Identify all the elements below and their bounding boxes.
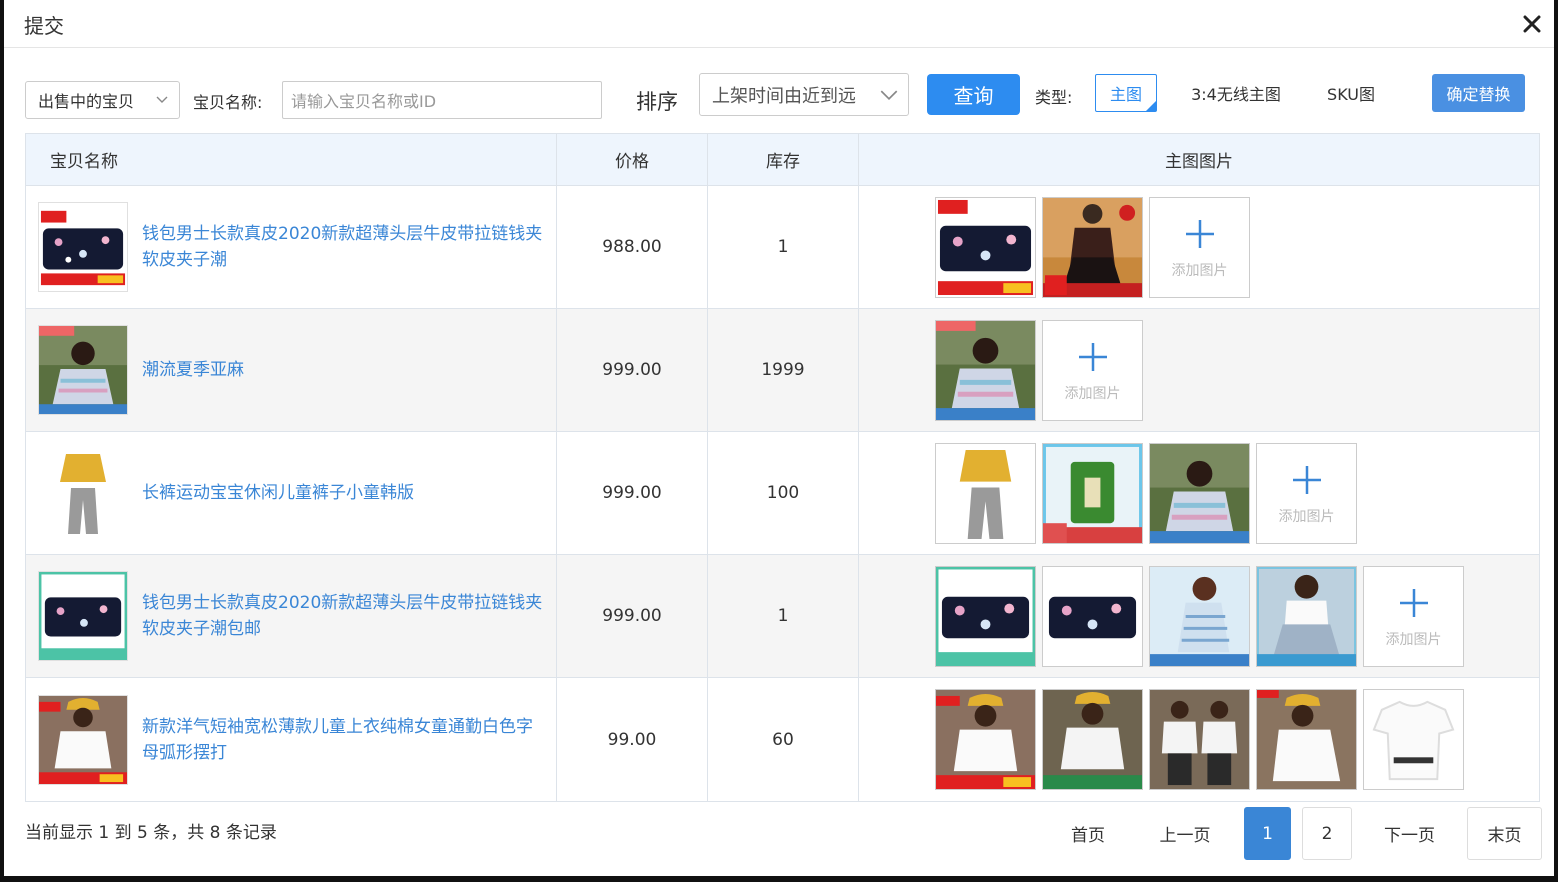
- table-row: 潮流夏季亚麻 999.00 1999 添加图片: [26, 309, 1539, 432]
- product-name-link[interactable]: 新款洋气短袖宽松薄款儿童上衣纯棉女童通勤白色字母弧形摆打: [142, 714, 547, 766]
- table-row: 钱包男士长款真皮2020新款超薄头层牛皮带拉链钱夹软皮夹子潮 988.00 1 …: [26, 186, 1539, 309]
- dialog-title: 提交: [24, 14, 64, 38]
- type-option-main[interactable]: 主图: [1095, 74, 1157, 112]
- type-label: 类型:: [1035, 88, 1073, 107]
- main-image[interactable]: [935, 565, 1036, 667]
- table-row: 长裤运动宝宝休闲儿童裤子小童韩版 999.00 100 添加图片: [26, 432, 1539, 555]
- sort-select-value: 上架时间由近到远: [712, 85, 856, 107]
- add-image-button[interactable]: 添加图片: [1256, 442, 1357, 544]
- type-option-sku-label: SKU图: [1327, 85, 1375, 104]
- add-image-label: 添加图片: [1171, 262, 1228, 279]
- main-image[interactable]: [1149, 689, 1250, 790]
- pagination: 首页 上一页 1 2 下一页 末页: [1042, 807, 1542, 860]
- selected-corner-icon: [1146, 101, 1156, 111]
- linen-top-thumbnail: [38, 325, 128, 415]
- main-image[interactable]: [1042, 565, 1143, 667]
- main-image[interactable]: [1256, 565, 1357, 667]
- type-option-wireless-label: 3:4无线主图: [1191, 85, 1281, 104]
- add-image-label: 添加图片: [1064, 385, 1121, 402]
- type-option-sku[interactable]: SKU图: [1311, 74, 1391, 112]
- next-page-button[interactable]: 下一页: [1352, 807, 1467, 860]
- status-select[interactable]: 出售中的宝贝: [25, 81, 180, 119]
- plus-icon: [1186, 219, 1214, 248]
- confirm-replace-button[interactable]: 确定替换: [1432, 74, 1525, 112]
- wallet-thumbnail: [38, 571, 128, 661]
- price-cell: 999.00: [557, 309, 708, 431]
- table-row: 钱包男士长款真皮2020新款超薄头层牛皮带拉链钱夹软皮夹子潮包邮 999.00 …: [26, 555, 1539, 678]
- add-image-label: 添加图片: [1278, 508, 1335, 525]
- main-image[interactable]: [1042, 442, 1143, 544]
- header-name: 宝贝名称: [26, 134, 557, 185]
- name-label: 宝贝名称:: [193, 93, 263, 112]
- stock-cell: 1: [708, 555, 859, 677]
- add-image-button[interactable]: 添加图片: [1149, 196, 1250, 298]
- type-option-wireless[interactable]: 3:4无线主图: [1176, 74, 1296, 112]
- page-2-button[interactable]: 2: [1302, 807, 1352, 860]
- type-option-main-label: 主图: [1109, 85, 1142, 104]
- product-table: 宝贝名称 价格 库存 主图图片 钱包男士长款真皮2020新款超薄头层牛皮带拉链钱…: [25, 133, 1540, 802]
- main-image[interactable]: [1149, 442, 1250, 544]
- kids-pants-thumbnail: [38, 448, 128, 538]
- product-name-link[interactable]: 钱包男士长款真皮2020新款超薄头层牛皮带拉链钱夹软皮夹子潮包邮: [142, 590, 547, 642]
- stock-cell: 60: [708, 678, 859, 801]
- name-search-input[interactable]: 请输入宝贝名称或ID: [282, 81, 602, 119]
- main-image[interactable]: [1256, 689, 1357, 790]
- header-price: 价格: [557, 134, 708, 185]
- header-images: 主图图片: [1165, 152, 1233, 172]
- sort-select[interactable]: 上架时间由近到远: [699, 73, 909, 116]
- main-image[interactable]: [935, 319, 1036, 421]
- last-page-button[interactable]: 末页: [1467, 807, 1542, 860]
- add-image-label: 添加图片: [1385, 631, 1442, 648]
- record-info: 当前显示 1 到 5 条，共 8 条记录: [25, 823, 277, 843]
- prev-page-button[interactable]: 上一页: [1134, 807, 1236, 860]
- page-1-button[interactable]: 1: [1244, 807, 1291, 860]
- product-name-link[interactable]: 潮流夏季亚麻: [142, 357, 547, 383]
- main-image[interactable]: [935, 689, 1036, 790]
- header-stock: 库存: [708, 134, 859, 185]
- plus-icon: [1400, 588, 1428, 617]
- close-icon[interactable]: [1520, 12, 1544, 36]
- product-name-link[interactable]: 钱包男士长款真皮2020新款超薄头层牛皮带拉链钱夹软皮夹子潮: [142, 221, 547, 273]
- table-header: 宝贝名称 价格 库存 主图图片: [26, 134, 1539, 186]
- add-image-button[interactable]: 添加图片: [1363, 565, 1464, 667]
- stock-cell: 100: [708, 432, 859, 554]
- plus-icon: [1293, 465, 1321, 494]
- main-image[interactable]: [935, 442, 1036, 544]
- wallet-thumbnail: [38, 202, 128, 292]
- price-cell: 999.00: [557, 432, 708, 554]
- chevron-down-icon: [880, 90, 898, 100]
- status-select-value: 出售中的宝贝: [38, 92, 135, 111]
- first-page-button[interactable]: 首页: [1042, 807, 1134, 860]
- product-name-link[interactable]: 长裤运动宝宝休闲儿童裤子小童韩版: [142, 480, 547, 506]
- main-image[interactable]: [935, 196, 1036, 298]
- name-search-placeholder: 请输入宝贝名称或ID: [291, 92, 437, 111]
- query-button[interactable]: 查询: [927, 74, 1020, 115]
- price-cell: 988.00: [557, 186, 708, 308]
- chevron-down-icon: [156, 96, 168, 103]
- main-image[interactable]: [1042, 196, 1143, 298]
- table-row: 新款洋气短袖宽松薄款儿童上衣纯棉女童通勤白色字母弧形摆打 99.00 60: [26, 678, 1539, 801]
- price-cell: 999.00: [557, 555, 708, 677]
- plus-icon: [1079, 342, 1107, 371]
- main-image[interactable]: [1363, 689, 1464, 790]
- dialog-header: 提交: [4, 0, 1554, 48]
- submit-dialog: 提交 出售中的宝贝 宝贝名称: 请输入宝贝名称或ID 排序 上架时间由近到远 查…: [4, 0, 1554, 876]
- stock-cell: 1999: [708, 309, 859, 431]
- stock-cell: 1: [708, 186, 859, 308]
- add-image-button[interactable]: 添加图片: [1042, 319, 1143, 421]
- main-image[interactable]: [1149, 565, 1250, 667]
- price-cell: 99.00: [557, 678, 708, 801]
- girls-shirt-thumbnail: [38, 694, 128, 785]
- sort-label: 排序: [636, 90, 678, 114]
- main-image[interactable]: [1042, 689, 1143, 790]
